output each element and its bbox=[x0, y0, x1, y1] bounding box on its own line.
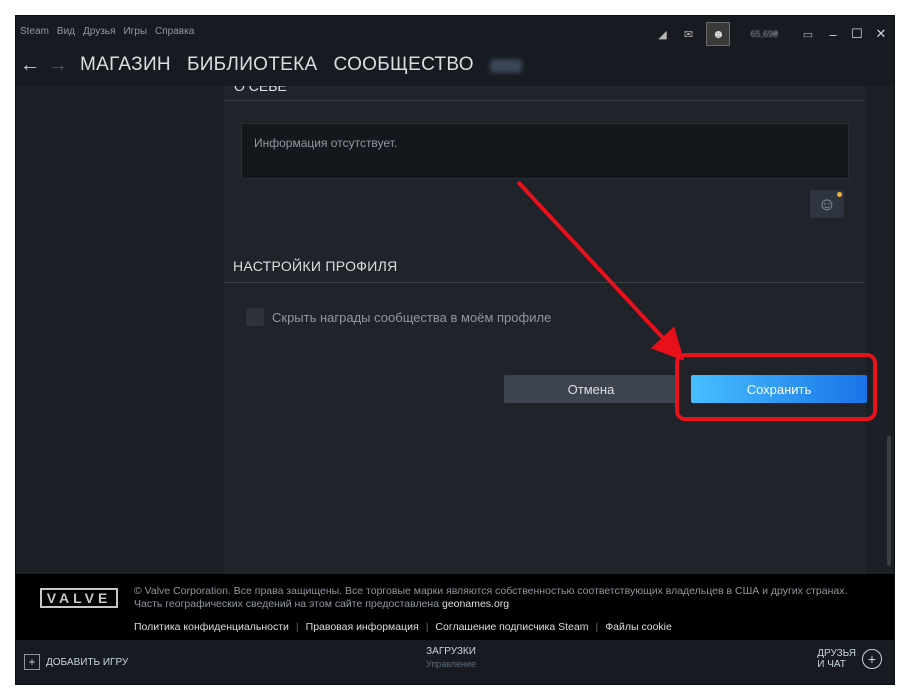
geonames-link[interactable]: geonames.org bbox=[442, 598, 509, 610]
separator: | bbox=[425, 621, 429, 633]
menu-games[interactable]: Игры bbox=[123, 26, 147, 37]
save-highlight-box bbox=[675, 353, 877, 421]
titlebar-controls: ◢ ✉ ☻ 65,69₴ ▭ – ☐ ✕ bbox=[654, 22, 888, 46]
legal-line-1: © Valve Corporation. Все права защищены.… bbox=[134, 585, 848, 597]
wallet-balance[interactable]: 65,69₴ bbox=[750, 29, 778, 39]
nav-username-blurred[interactable] bbox=[489, 59, 522, 73]
subscriber-agreement-link[interactable]: Соглашение подписчика Steam bbox=[435, 621, 588, 633]
friends-label-line1: ДРУЗЬЯ bbox=[817, 648, 856, 659]
scrollbar-thumb[interactable] bbox=[887, 436, 891, 566]
privacy-link[interactable]: Политика конфиденциальности bbox=[134, 621, 289, 633]
menu-help[interactable]: Справка bbox=[155, 26, 194, 37]
about-textarea[interactable]: Информация отсутствует. bbox=[241, 123, 849, 179]
emoticon-button[interactable]: ☺ bbox=[810, 190, 844, 218]
forward-arrow-icon[interactable]: → bbox=[48, 54, 68, 77]
about-placeholder: Информация отсутствует. bbox=[254, 136, 398, 150]
cookies-link[interactable]: Файлы cookie bbox=[605, 621, 672, 633]
add-friend-icon: + bbox=[862, 649, 882, 669]
nav-bar: ← → МАГАЗИН БИБЛИОТЕКА СООБЩЕСТВО bbox=[16, 50, 894, 86]
friends-chat-button[interactable]: ДРУЗЬЯ И ЧАТ + bbox=[817, 648, 882, 670]
nav-community[interactable]: СООБЩЕСТВО bbox=[333, 52, 473, 78]
menu-friends[interactable]: Друзья bbox=[83, 26, 115, 37]
nav-library[interactable]: БИБЛИОТЕКА bbox=[187, 52, 318, 78]
steam-window: Steam Вид Друзья Игры Справка ◢ ✉ ☻ 65,6… bbox=[16, 16, 894, 684]
cancel-button[interactable]: Отмена bbox=[504, 375, 678, 403]
title-bar: Steam Вид Друзья Игры Справка ◢ ✉ ☻ 65,6… bbox=[16, 16, 894, 50]
minimize-icon[interactable]: – bbox=[826, 27, 840, 42]
nav-store[interactable]: МАГАЗИН bbox=[80, 52, 171, 78]
menu-bar: Steam Вид Друзья Игры Справка bbox=[20, 26, 194, 37]
profile-settings-title: НАСТРОЙКИ ПРОФИЛЯ bbox=[233, 258, 398, 274]
notification-dot bbox=[837, 192, 842, 197]
edit-profile-content: О СЕБЕ Информация отсутствует. ☺ НАСТРОЙ… bbox=[16, 86, 894, 574]
notification-icon[interactable]: ✉ bbox=[680, 28, 696, 41]
menu-steam[interactable]: Steam bbox=[20, 26, 49, 37]
footer: VALVE © Valve Corporation. Все права защ… bbox=[16, 574, 894, 640]
menu-view[interactable]: Вид bbox=[57, 26, 75, 37]
back-arrow-icon[interactable]: ← bbox=[20, 54, 40, 77]
avatar[interactable]: ☻ bbox=[706, 22, 731, 46]
friends-chat-label: ДРУЗЬЯ И ЧАТ bbox=[817, 648, 856, 670]
scrollbar[interactable] bbox=[884, 86, 894, 574]
broadcast-icon[interactable]: ◢ bbox=[654, 28, 670, 41]
separator: | bbox=[595, 621, 599, 633]
divider bbox=[224, 282, 865, 283]
close-icon[interactable]: ✕ bbox=[874, 26, 888, 42]
legal-line-2-text: Часть географических сведений на этом са… bbox=[134, 598, 440, 610]
add-game-label: ДОБАВИТЬ ИГРУ bbox=[46, 656, 129, 668]
about-section-title: О СЕБЕ bbox=[234, 86, 287, 92]
legal-text: © Valve Corporation. Все права защищены.… bbox=[134, 585, 847, 611]
divider bbox=[224, 100, 865, 101]
big-picture-icon[interactable]: ▭ bbox=[800, 28, 816, 41]
footer-links: Политика конфиденциальности | Правовая и… bbox=[134, 621, 672, 633]
legal-line-2: Часть географических сведений на этом са… bbox=[134, 598, 847, 611]
downloads-sublabel: Управление bbox=[426, 659, 477, 669]
smiley-icon: ☺ bbox=[817, 193, 837, 214]
downloads-button[interactable]: ЗАГРУЗКИ Управление bbox=[426, 646, 476, 669]
add-game-button[interactable]: + ДОБАВИТЬ ИГРУ bbox=[24, 654, 128, 670]
bottom-bar: + ДОБАВИТЬ ИГРУ ЗАГРУЗКИ Управление ДРУЗ… bbox=[16, 640, 894, 684]
downloads-label: ЗАГРУЗКИ bbox=[426, 646, 476, 657]
maximize-icon[interactable]: ☐ bbox=[850, 26, 864, 42]
legal-link[interactable]: Правовая информация bbox=[306, 621, 419, 633]
separator: | bbox=[295, 621, 299, 633]
friends-label-line2: И ЧАТ bbox=[817, 659, 846, 670]
hide-awards-checkbox[interactable] bbox=[246, 308, 264, 326]
nav-links: МАГАЗИН БИБЛИОТЕКА СООБЩЕСТВО bbox=[80, 52, 522, 78]
valve-logo[interactable]: VALVE bbox=[40, 588, 118, 608]
plus-icon: + bbox=[24, 654, 40, 670]
hide-awards-label[interactable]: Скрыть награды сообщества в моём профиле bbox=[272, 310, 551, 325]
